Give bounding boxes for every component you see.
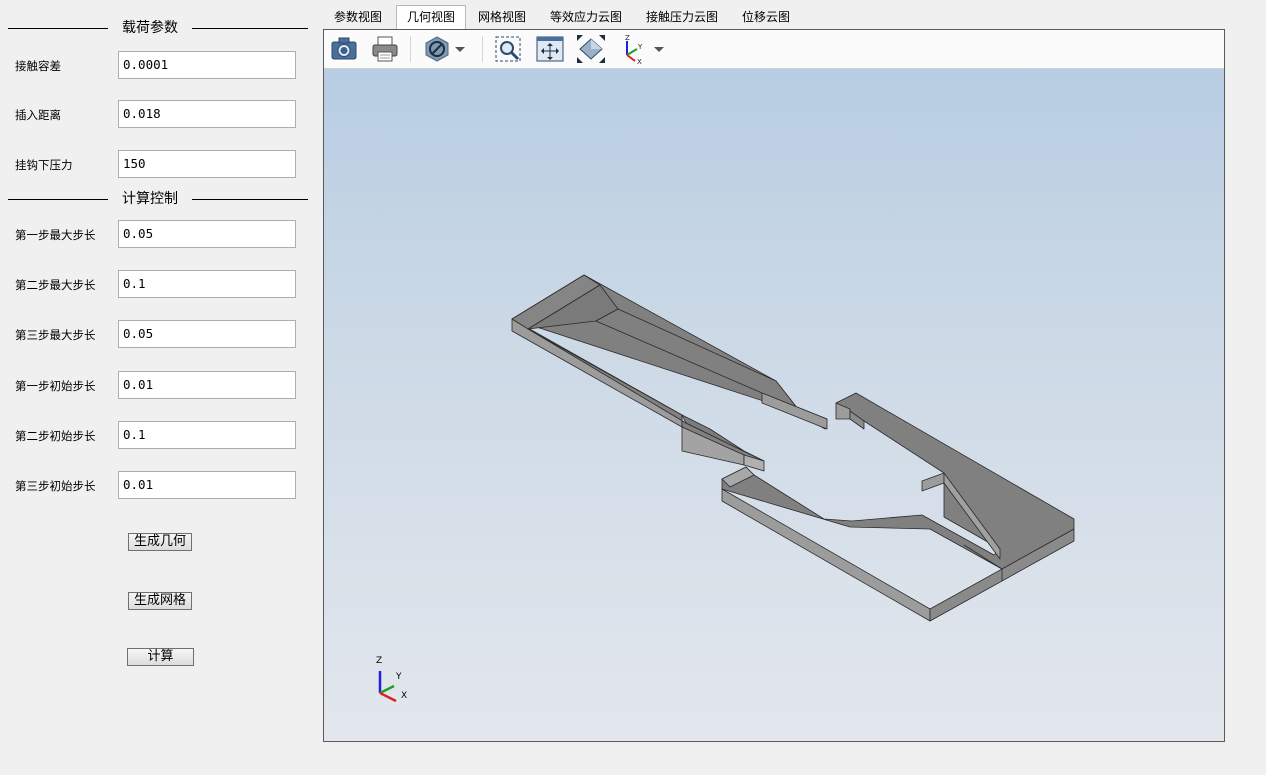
toolbar-separator	[410, 36, 411, 62]
section-view-icon[interactable]	[421, 33, 453, 65]
zoom-window-icon[interactable]	[492, 33, 524, 65]
step2-max-input[interactable]: 0.1	[118, 270, 296, 298]
calc-control-group-header: 计算控制	[8, 190, 308, 208]
reset-view-icon[interactable]	[575, 33, 607, 65]
x-axis-line	[379, 691, 397, 703]
tab-equivalent-stress[interactable]: 等效应力云图	[545, 6, 627, 29]
step1-init-label: 第一步初始步长	[15, 379, 96, 393]
printer-icon[interactable]	[369, 33, 401, 65]
group-divider	[192, 28, 308, 29]
tab-geometry-view[interactable]: 几何视图	[396, 5, 466, 30]
triad-x-label: X	[401, 691, 408, 701]
toolbar-separator	[482, 36, 483, 62]
3d-viewport[interactable]: Z Y X	[324, 69, 1224, 741]
slot-part-side	[921, 472, 945, 492]
step1-max-input[interactable]: 0.05	[118, 220, 296, 248]
triad-y-label: Y	[396, 672, 402, 682]
group-divider	[8, 199, 108, 200]
triad-z-label: Z	[376, 656, 383, 666]
group-divider	[8, 28, 108, 29]
contact-tolerance-input[interactable]: 0.0001	[118, 51, 296, 79]
calc-control-title: 计算控制	[122, 191, 178, 207]
slot-part-side	[721, 488, 931, 622]
insert-distance-input[interactable]: 0.018	[118, 100, 296, 128]
step2-init-input[interactable]: 0.1	[118, 421, 296, 449]
slot-part-top	[721, 392, 1075, 570]
step3-init-label: 第三步初始步长	[15, 479, 96, 493]
load-params-group-header: 载荷参数	[8, 19, 308, 37]
geometry-viewer: ZYX Z Y X	[323, 29, 1225, 742]
step2-max-label: 第二步最大步长	[15, 278, 96, 292]
chevron-down-icon[interactable]	[452, 33, 468, 65]
axes-orientation-icon[interactable]: ZYX	[617, 33, 649, 65]
svg-text:Y: Y	[637, 43, 643, 51]
generate-mesh-button[interactable]: 生成网格	[128, 592, 192, 610]
chevron-down-icon[interactable]	[651, 33, 667, 65]
viewer-toolbar: ZYX	[324, 30, 1224, 69]
step1-init-input[interactable]: 0.01	[118, 371, 296, 399]
step3-init-input[interactable]: 0.01	[118, 471, 296, 499]
hook-part-top	[595, 308, 828, 420]
svg-text:X: X	[637, 58, 642, 65]
step3-max-label: 第三步最大步长	[15, 328, 96, 342]
compute-button[interactable]: 计算	[127, 648, 194, 666]
insert-distance-label: 插入距离	[15, 108, 61, 122]
hook-press-force-label: 挂钩下压力	[15, 158, 73, 172]
geometry-model	[511, 274, 1075, 622]
fit-all-icon[interactable]	[534, 33, 566, 65]
hook-part-side	[761, 392, 828, 430]
step3-max-input[interactable]: 0.05	[118, 320, 296, 348]
y-axis-line	[379, 684, 395, 695]
tab-mesh-view[interactable]: 网格视图	[473, 6, 531, 29]
tab-contact-pressure[interactable]: 接触压力云图	[641, 6, 723, 29]
generate-geometry-button[interactable]: 生成几何	[128, 533, 192, 551]
step1-max-label: 第一步最大步长	[15, 228, 96, 242]
camera-icon[interactable]	[328, 33, 360, 65]
load-params-title: 载荷参数	[122, 20, 178, 36]
tab-parameter-view[interactable]: 参数视图	[329, 6, 387, 29]
hook-press-force-input[interactable]: 150	[118, 150, 296, 178]
contact-tolerance-label: 接触容差	[15, 59, 61, 73]
step2-init-label: 第二步初始步长	[15, 429, 96, 443]
tab-displacement[interactable]: 位移云图	[737, 6, 795, 29]
group-divider	[192, 199, 308, 200]
svg-text:Z: Z	[625, 34, 630, 42]
